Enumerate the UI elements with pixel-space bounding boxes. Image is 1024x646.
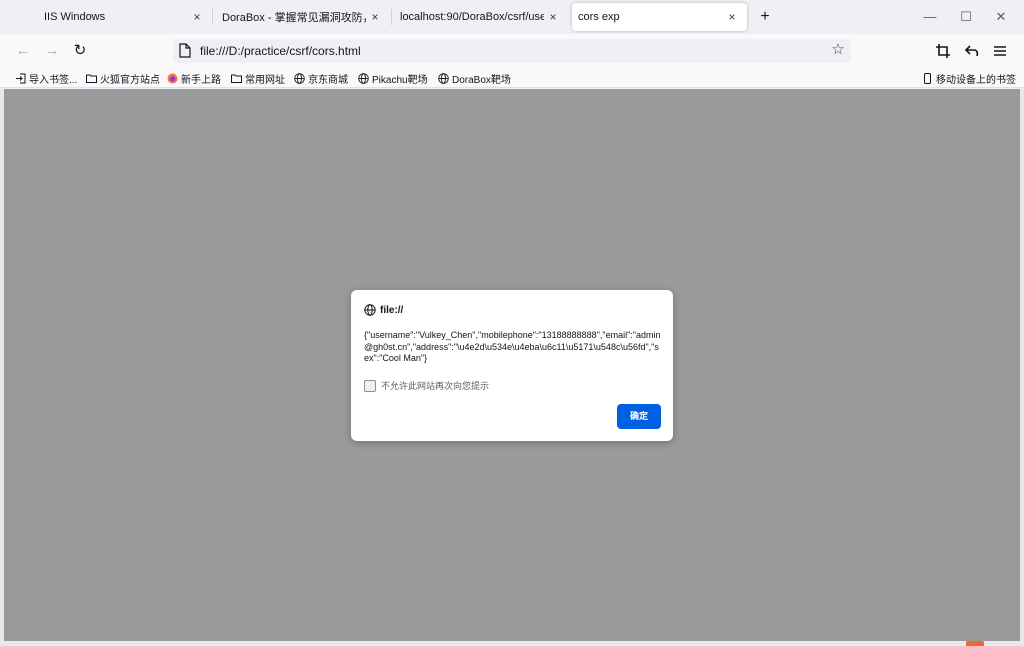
back-button[interactable]: ← [13,41,33,61]
bookmark-firefox-official[interactable]: 火狐官方站点 [86,71,160,86]
tab-title: IIS Windows [44,11,106,23]
page-icon [179,43,191,58]
alert-dialog: file:// {"username":"Vulkey_Chen","mobil… [351,290,673,441]
bookmark-dorabox[interactable]: DoraBox靶场 [438,71,511,86]
forward-button[interactable]: → [42,41,62,61]
tab-separator [212,9,213,25]
minimize-button[interactable]: — [921,8,939,26]
taskbar-app-marker [966,641,984,646]
bookmark-mobile[interactable]: 移动设备上的书签 [922,71,1016,86]
navigation-toolbar: ← → ↻ file:///D:/practice/csrf/cors.html… [0,34,1024,68]
tab-title: cors exp [578,11,620,23]
suppress-prompts-checkbox[interactable] [364,379,376,392]
crop-icon[interactable] [935,43,951,59]
tab-close-icon[interactable]: × [725,10,739,24]
maximize-button[interactable]: ☐ [957,8,975,26]
bookmark-label: DoraBox靶场 [452,74,511,86]
bookmark-star-icon[interactable]: ☆ [829,41,847,59]
right-window-edge [1020,89,1024,646]
bookmark-label: Pikachu靶场 [372,74,428,86]
globe-icon [438,72,449,84]
tab-close-icon[interactable]: × [368,10,382,24]
close-window-button[interactable]: ✕ [992,8,1010,26]
bookmark-pikachu[interactable]: Pikachu靶场 [358,71,428,86]
globe-icon [358,72,369,84]
bookmark-getting-started[interactable]: 新手上路 [167,71,221,86]
globe-icon [294,72,305,84]
dialog-message: {"username":"Vulkey_Chen","mobilephone":… [364,330,661,363]
folder-icon [86,74,97,83]
tab-title: localhost:90/DoraBox/csrf/userinfo [400,11,544,23]
import-icon [16,73,26,83]
browser-window: IIS Windows × DoraBox - 掌握常见漏洞攻防，快速 × lo… [0,0,1024,646]
globe-icon [364,304,376,316]
bookmark-jd[interactable]: 京东商城 [294,71,348,86]
bookmark-label: 新手上路 [181,74,221,86]
tab-localhost-userinfo[interactable]: localhost:90/DoraBox/csrf/userinfo × [392,0,568,34]
ok-button[interactable]: 确定 [617,404,661,429]
tab-strip: IIS Windows × DoraBox - 掌握常见漏洞攻防，快速 × lo… [0,0,1024,34]
url-bar[interactable]: file:///D:/practice/csrf/cors.html ☆ [173,39,851,63]
suppress-prompts-label[interactable]: 不允许此网站再次向您提示 [381,379,489,392]
dialog-header: file:// [364,303,403,317]
bookmark-common-sites[interactable]: 常用网址 [231,71,285,86]
mobile-device-icon [924,72,931,84]
suppress-prompts-row[interactable]: 不允许此网站再次向您提示 [364,379,489,392]
bookmark-label: 京东商城 [308,74,348,86]
tab-close-icon[interactable]: × [546,10,560,24]
bookmark-label: 移动设备上的书签 [936,74,1016,86]
dialog-origin: file:// [380,304,404,316]
bookmarks-toolbar: 导入书签... 火狐官方站点 新手上路 常用网址 京东商城 Pikachu靶场 … [0,68,1024,88]
tab-close-icon[interactable]: × [190,10,204,24]
folder-icon [231,74,242,83]
tab-title: DoraBox - 掌握常见漏洞攻防，快速 [222,12,366,24]
new-tab-button[interactable]: + [756,8,774,26]
menu-icon[interactable] [993,44,1007,58]
reload-button[interactable]: ↻ [70,41,90,61]
bookmark-label: 常用网址 [245,74,285,86]
bookmark-import[interactable]: 导入书签... [15,71,78,86]
bookmark-label: 导入书签... [29,74,78,86]
tab-cors-exp[interactable]: cors exp × [572,3,747,31]
tab-dorabox[interactable]: DoraBox - 掌握常见漏洞攻防，快速 × [214,0,390,34]
bottom-window-edge [0,641,1024,646]
undo-icon[interactable] [964,43,980,59]
bookmark-label: 火狐官方站点 [100,74,160,86]
firefox-icon [167,73,178,83]
tab-iis-windows[interactable]: IIS Windows × [36,0,212,34]
url-text[interactable]: file:///D:/practice/csrf/cors.html [200,44,361,58]
